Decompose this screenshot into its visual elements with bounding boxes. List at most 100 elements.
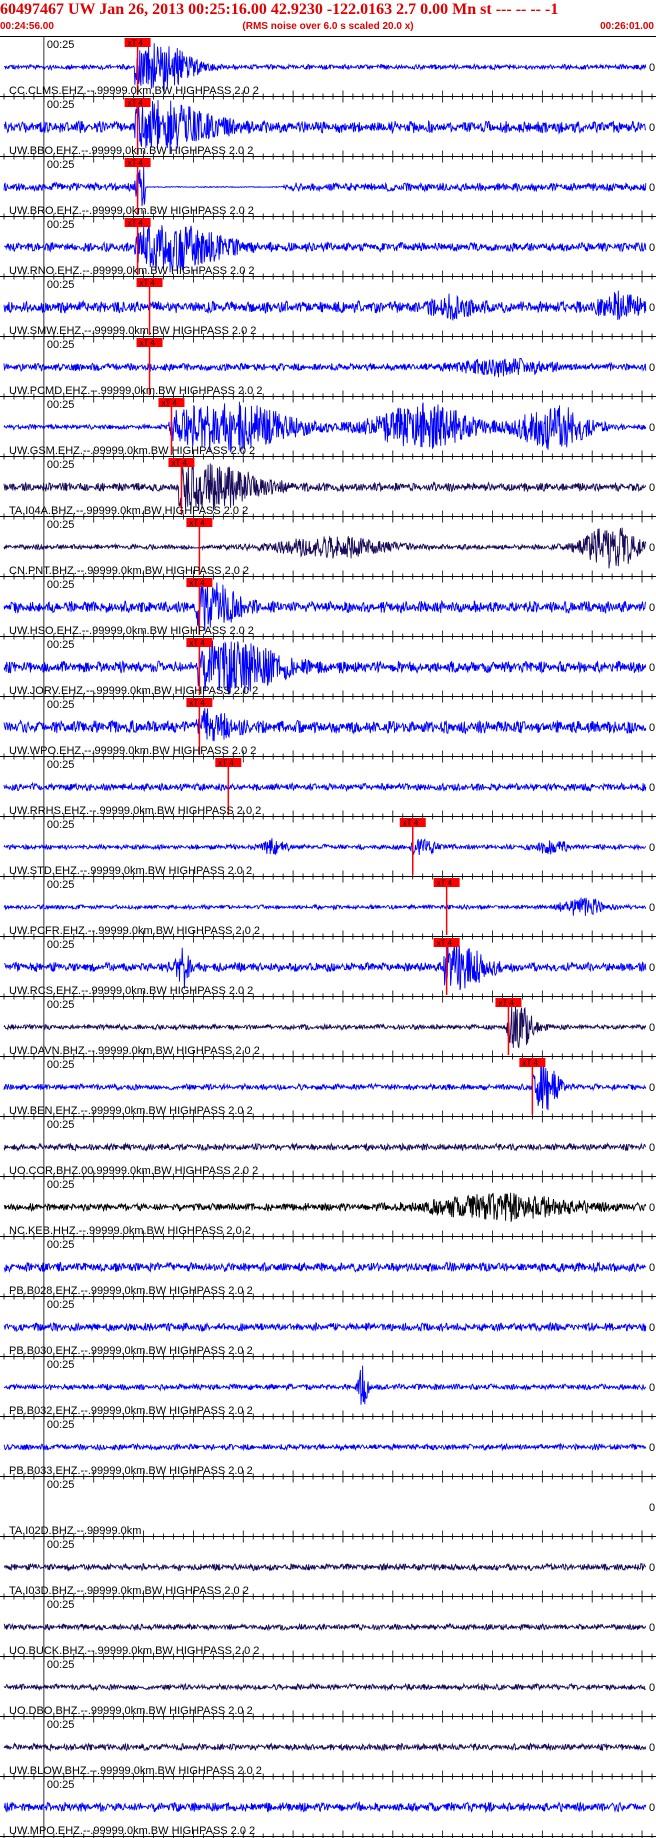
minute-marker-label: 00:25	[47, 99, 75, 111]
station-label: UO.BUCK.BHZ.--.99999.0km.BW HIGHPASS 2.0…	[9, 1645, 259, 1657]
waveform	[3, 1062, 647, 1111]
edge-mark: 0	[649, 1682, 655, 1694]
edge-mark: 0	[649, 1322, 655, 1334]
station-label: UW.MPO.EHZ.--.99999.0km.BW HIGHPASS 2.0 …	[9, 1825, 255, 1837]
station-label: PB.B032.EHZ.--.99999.0km.BW HIGHPASS 2.0…	[9, 1405, 253, 1417]
trace-row: 00:25 0 xT 4 UW.WPO.EHZ.--.99999.0km.BW HIG…	[0, 697, 656, 763]
station-label: UW.BEN.EHZ.--.99999.0km.BW HIGHPASS 2.0 …	[9, 1105, 253, 1117]
edge-mark: 0	[649, 602, 655, 614]
edge-mark: 0	[649, 1022, 655, 1034]
pick-label: xT 4	[128, 219, 144, 228]
station-label: UO.COR.BHZ.00.99999.0km.BW HIGHPASS 2.0 …	[9, 1165, 258, 1177]
edge-mark: 0	[649, 1442, 655, 1454]
trace-row: 00:25 0 UO.COR.BHZ.00.99999.0km.BW HIGHPAS…	[0, 1117, 656, 1183]
minute-marker-label: 00:25	[47, 1599, 75, 1611]
edge-mark: 0	[649, 1742, 655, 1754]
station-label: PB.B033.EHZ.--.99999.0km.BW HIGHPASS 2.0…	[9, 1465, 253, 1477]
edge-mark: 0	[649, 902, 655, 914]
station-label: TA.I03D.BHZ.--.99999.0km.BW HIGHPASS 2.0…	[9, 1585, 249, 1597]
edge-mark: 0	[649, 1562, 655, 1574]
scaling-note: (RMS noise over 6.0 s scaled 20.0 x)	[242, 21, 414, 32]
edge-mark: 0	[649, 1622, 655, 1634]
waveform	[3, 357, 647, 378]
trace-row: 00:25 0 PB.B032.EHZ.--.99999.0km.BW HIGHPA…	[0, 1357, 656, 1423]
pick-label: xT 4	[128, 39, 144, 48]
edge-mark: 0	[649, 1382, 655, 1394]
minute-marker-label: 00:25	[47, 939, 75, 951]
waveform	[3, 527, 647, 569]
waveform	[3, 1142, 647, 1152]
station-label: UW.PCFR.EHZ.--.99999.0km.BW HIGHPASS 2.0…	[9, 925, 260, 937]
trace-row: 00:25 0 xT 4 UW.STD.EHZ.--.99999.0km.BW HIG…	[0, 817, 656, 883]
trace-row: 00:25 0 xT 4 UW.BEN.EHZ.--.99999.0km.BW HIG…	[0, 1057, 656, 1123]
minute-marker-label: 00:25	[47, 1539, 75, 1551]
minute-marker-label: 00:25	[47, 279, 75, 291]
minute-marker-label: 00:25	[47, 39, 75, 51]
edge-mark: 0	[649, 1262, 655, 1274]
station-label: CC.CLMS.EHZ.--.99999.0km.BW HIGHPASS 2.0…	[9, 85, 259, 97]
minute-marker-label: 00:25	[47, 1359, 75, 1371]
event-title: 60497467 UW Jan 26, 2013 00:25:16.00 42.…	[0, 1, 559, 18]
trace-row: 00:25 0 xT 4 UW.BRO.EHZ.--.99999.0km.BW HIG…	[0, 157, 656, 223]
waveform	[3, 1562, 647, 1572]
trace-row: 00:25 0 UO.BUCK.BHZ.--.99999.0km.BW HIGHPA…	[0, 1597, 656, 1663]
pick-label: xT 4	[189, 699, 205, 708]
minute-marker-label: 00:25	[47, 819, 75, 831]
edge-mark: 0	[649, 122, 655, 134]
edge-mark: 0	[649, 422, 655, 434]
pick-label: xT 4	[189, 639, 205, 648]
minute-marker-label: 00:25	[47, 1659, 75, 1671]
header: 60497467 UW Jan 26, 2013 00:25:16.00 42.…	[0, 0, 656, 37]
station-label: UW.SMW.EHZ.--.99999.0km.BW HIGHPASS 2.0 …	[9, 325, 256, 337]
trace-row: 00:25 0 xT 4 UW.RNO.EHZ.--.99999.0km.BW HIG…	[0, 217, 656, 283]
pick-label: xT 4	[171, 459, 187, 468]
trace-row: 00:25 0 xT 4 UW.PCFR.EHZ.--.99999.0km.BW HI…	[0, 877, 656, 943]
waveform	[3, 1192, 647, 1222]
station-label: UW.GSM.EHZ.--.99999.0km.BW HIGHPASS 2.0 …	[9, 445, 255, 457]
trace-row: 00:25 0 UO.DBO.BHZ.--.99999.0km.BW HIGHPAS…	[0, 1657, 656, 1723]
waveform	[3, 1260, 647, 1274]
minute-marker-label: 00:25	[47, 1059, 75, 1071]
waveform	[3, 1742, 647, 1752]
minute-marker-label: 00:25	[47, 339, 75, 351]
minute-marker-label: 00:25	[47, 1239, 75, 1251]
pick-label: xT 4	[128, 99, 144, 108]
pick-label: xT 4	[189, 579, 205, 588]
edge-mark: 0	[649, 842, 655, 854]
trace-row: 00:25 0 xT 4 UW.PCMD.EHZ.--.99999.0km.BW HI…	[0, 337, 656, 403]
pick-label: xT 4	[437, 939, 453, 948]
end-time: 00:26:01.00	[600, 21, 654, 32]
station-label: UW.RNO.EHZ.--.99999.0km.BW HIGHPASS 2.0 …	[9, 265, 255, 277]
edge-mark: 0	[649, 1802, 655, 1814]
pick-label: xT 4	[140, 279, 156, 288]
edge-mark: 0	[649, 242, 655, 254]
trace-row: 00:25 0 NC.KEB.HHZ.--.99999.0km.BW HIGHPAS…	[0, 1177, 656, 1243]
trace-row: 00:25 0 xT 4 UW.JORV.EHZ.--.99999.0km.BW HI…	[0, 637, 656, 703]
station-label: PB.B028.EHZ.--.99999.0km.BW HIGHPASS 2.0…	[9, 1285, 253, 1297]
pick-label: xT 4	[128, 159, 144, 168]
edge-mark: 0	[649, 1082, 655, 1094]
trace-row: 00:25 0 TA.I02D.BHZ.--.99999.0km	[0, 1477, 656, 1543]
minute-marker-label: 00:25	[47, 639, 75, 651]
pick-label: xT 4	[437, 879, 453, 888]
station-label: UW.PCMD.EHZ.--.99999.0km.BW HIGHPASS 2.0…	[9, 385, 262, 397]
edge-mark: 0	[649, 1502, 655, 1514]
trace-row: 00:25 0 PB.B028.EHZ.--.99999.0km.BW HIGHPA…	[0, 1237, 656, 1303]
edge-mark: 0	[649, 1142, 655, 1154]
trace-row: 00:25 0 UW.BLOW.BHZ.--.99999.0km.BW HIGHPA…	[0, 1717, 656, 1783]
edge-mark: 0	[649, 962, 655, 974]
trace-row: 00:25 0 xT 4 CN.PNT.BHZ.--.99999.0km.BW HIG…	[0, 517, 656, 583]
pick-label: xT 4	[218, 759, 234, 768]
edge-mark: 0	[649, 362, 655, 374]
pick-label: xT 4	[403, 819, 419, 828]
edge-mark: 0	[649, 782, 655, 794]
waveform	[3, 462, 647, 511]
pick-label: xT 4	[189, 519, 205, 528]
seismogram-plot: 00:25 0 xT 4 CC.CLMS.EHZ.--.99999.0km.BW HI…	[0, 37, 656, 1838]
minute-marker-label: 00:25	[47, 399, 75, 411]
waveform	[3, 897, 647, 916]
trace-row: 00:25 0 xT 4 UW.DAVN.BHZ.--.99999.0km.BW HI…	[0, 997, 656, 1063]
minute-marker-label: 00:25	[47, 519, 75, 531]
edge-mark: 0	[649, 662, 655, 674]
trace-row: 00:25 0 xT 4 UW.HSO.EHZ.--.99999.0km.BW HIG…	[0, 577, 656, 643]
